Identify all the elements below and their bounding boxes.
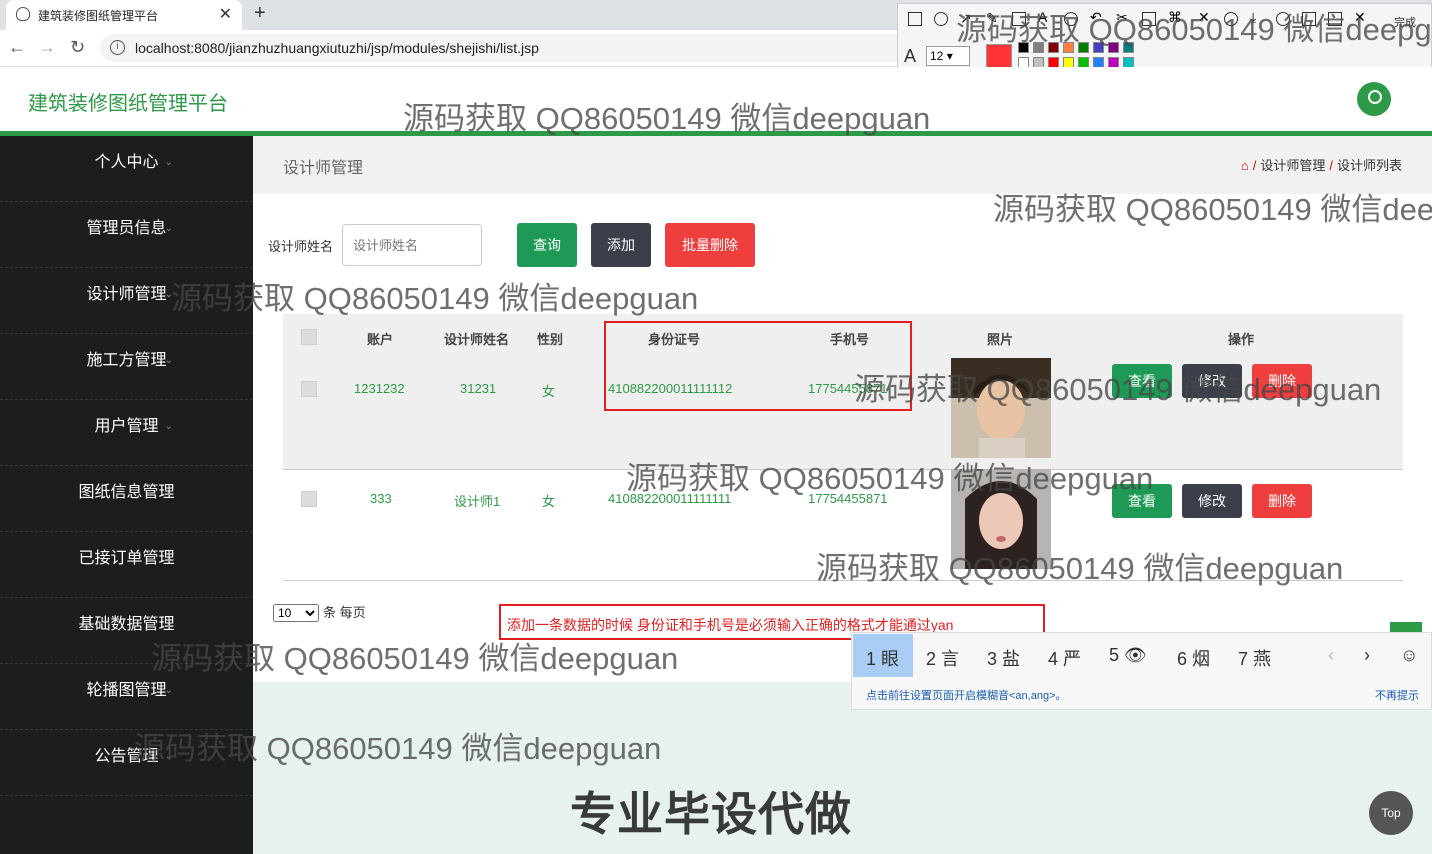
watermark-text: 源码获取 QQ86050149 微信deepguan [134, 731, 662, 766]
sidebar-item-label: 已接订单管理 [78, 550, 175, 567]
watermark-text: 源码获取 QQ86050149 微信deepguan [956, 12, 1432, 47]
ime-candidate[interactable]: 3 盐 [987, 645, 1020, 671]
sidebar-item-orders-management[interactable]: 已接订单管理 ⌄ [0, 532, 253, 598]
back-icon[interactable]: ← [8, 37, 26, 58]
ime-candidate[interactable]: 2 言 [926, 645, 959, 671]
font-size-icon: A [904, 46, 917, 66]
add-button[interactable]: 添加 [591, 223, 651, 267]
watermark-text: 源码获取 QQ86050149 微信deepguan [403, 101, 931, 136]
chevron-down-icon: ⌄ [164, 487, 173, 498]
query-button[interactable]: 查询 [517, 223, 577, 267]
sidebar-item-label: 施工方管理 [86, 352, 167, 369]
sidebar-item-label: 用户管理 [94, 418, 159, 435]
ime-candidate-window: 1 眼 2 言 3 盐 4 严 5 👁 6 烟 7 燕 ‹ › ☺ 点击前往设置… [851, 632, 1432, 710]
ime-candidate[interactable]: 1 眼 [866, 645, 899, 671]
delete-button[interactable]: 删除 [1252, 484, 1312, 518]
partial-green-element [1390, 622, 1422, 632]
sidebar-item-label: 个人中心 [94, 154, 159, 171]
chevron-down-icon: ⌄ [164, 157, 173, 168]
cell-name: 31231 [460, 381, 497, 396]
pager: 10 条 每页 [273, 602, 366, 622]
sidebar-item-user-management[interactable]: 用户管理 ⌄ [0, 400, 253, 466]
ime-candidate[interactable]: 5 👁 [1109, 645, 1147, 666]
breadcrumb-item-current: 设计师列表 [1336, 158, 1402, 173]
ime-candidate[interactable]: 6 烟 [1177, 645, 1210, 671]
cell-account: 333 [370, 491, 392, 506]
user-avatar-icon[interactable] [1357, 82, 1391, 116]
breadcrumb-item[interactable]: 设计师管理 [1260, 158, 1325, 173]
chevron-down-icon: ⌄ [164, 553, 173, 564]
page-size-select[interactable]: 10 [273, 604, 319, 622]
chevron-down-icon: ⌄ [164, 355, 173, 366]
browser-tab[interactable]: 建筑装修图纸管理平台 ✕ [6, 0, 242, 30]
edit-button[interactable]: 修改 [1182, 484, 1242, 518]
rectangle-tool-icon[interactable] [908, 12, 922, 26]
browser-tab-title: 建筑装修图纸管理平台 [38, 9, 159, 23]
info-icon[interactable]: i [110, 40, 125, 55]
font-size-select[interactable]: 12 ▾ [926, 46, 970, 66]
sidebar-item-label: 轮播图管理 [86, 682, 167, 699]
url-text: localhost:8080/jianzhuzhuangxiutuzhi/jsp… [135, 40, 539, 56]
sidebar-item-label: 基础数据管理 [78, 616, 175, 633]
new-tab-icon[interactable]: + [254, 2, 266, 25]
designer-name-search-input[interactable] [342, 224, 482, 266]
sidebar-item-label: 图纸信息管理 [78, 484, 175, 501]
ime-emoji-icon[interactable]: ☺ [1400, 645, 1418, 666]
watermark-text: 源码获取 QQ86050149 微信deepguan [171, 281, 699, 316]
page-title: 设计师管理 [283, 160, 364, 177]
ime-hint-text[interactable]: 点击前往设置页面开启模糊音<an,ang>。 [866, 687, 1067, 703]
sidebar-item-label: 设计师管理 [86, 286, 167, 303]
sidebar-item-contractor-management[interactable]: 施工方管理 ⌄ [0, 334, 253, 400]
ellipse-tool-icon[interactable] [934, 12, 948, 26]
cell-gender: 女 [542, 494, 556, 509]
page-size-suffix: 条 每页 [323, 605, 366, 620]
cell-account: 1231232 [354, 381, 405, 396]
ime-candidate-row: 1 眼 2 言 3 盐 4 严 5 👁 6 烟 7 燕 ‹ › ☺ [852, 633, 1432, 677]
sidebar-item-label: 管理员信息 [86, 220, 167, 237]
watermark-text: 源码获取 QQ86050149 微信deepguan [151, 641, 679, 676]
sidebar-item-admin-info[interactable]: 管理员信息 ⌄ [0, 202, 253, 268]
watermark-text: 源码获取 QQ86050149 微信deepguan [816, 551, 1344, 586]
home-icon[interactable]: ⌂ [1241, 158, 1249, 173]
ime-next-page-icon[interactable]: › [1364, 645, 1370, 666]
row-checkbox[interactable] [301, 381, 317, 397]
breadcrumb: ⌂ / 设计师管理 / 设计师列表 [1240, 158, 1402, 173]
batch-delete-button[interactable]: 批量删除 [665, 223, 755, 267]
watermark-text: 源码获取 QQ86050149 微信deepguan [854, 372, 1382, 407]
row-checkbox[interactable] [301, 491, 317, 507]
ime-prev-page-icon[interactable]: ‹ [1328, 645, 1334, 666]
watermark-text: 源码获取 QQ86050149 微信deepguan [626, 461, 1154, 496]
chevron-down-icon: ⌄ [164, 223, 173, 234]
chevron-down-icon: ⌄ [164, 421, 173, 432]
ime-dismiss-link[interactable]: 不再提示 [1375, 687, 1419, 703]
sidebar-item-personal-center[interactable]: 个人中心 ⌄ [0, 136, 253, 202]
watermark-text: 源码获取 QQ86050149 微信deepguan [993, 192, 1432, 227]
sidebar-item-drawing-management[interactable]: 图纸信息管理 ⌄ [0, 466, 253, 532]
app-title: 建筑装修图纸管理平台 [28, 93, 228, 115]
forward-icon[interactable]: → [38, 37, 56, 58]
cell-gender: 女 [542, 384, 556, 399]
font-size-value: 12 [930, 49, 944, 63]
site-favicon-icon [16, 7, 30, 21]
banner-watermark: 专业毕设代做 [570, 788, 852, 840]
back-to-top-button[interactable]: Top [1369, 791, 1413, 835]
search-label: 设计师姓名 [268, 239, 334, 254]
reload-icon[interactable]: ↻ [70, 37, 85, 58]
ime-candidate[interactable]: 4 严 [1048, 645, 1081, 671]
close-tab-icon[interactable]: ✕ [219, 4, 232, 24]
ime-candidate[interactable]: 7 燕 [1238, 645, 1271, 671]
cell-name: 设计师1 [454, 494, 501, 509]
